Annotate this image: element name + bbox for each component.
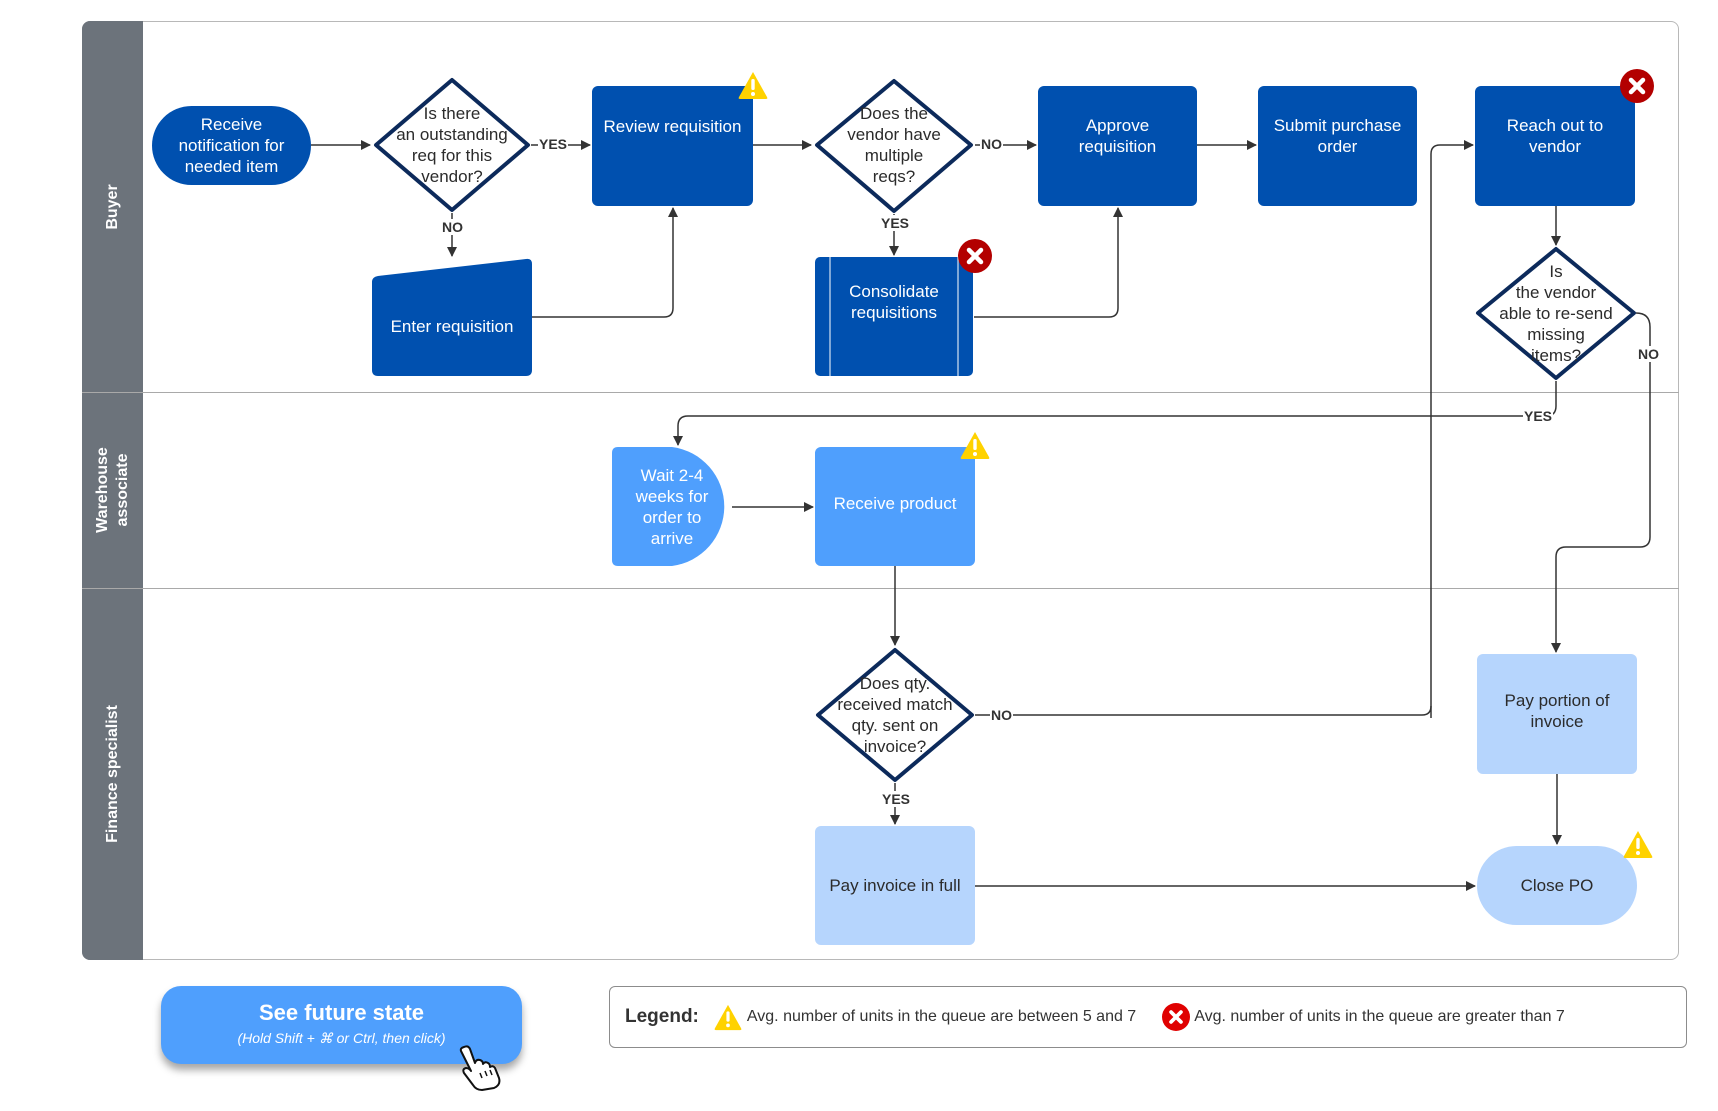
node-close-po[interactable]: Close PO bbox=[1477, 846, 1637, 925]
legend-error-text: Avg. number of units in the queue are gr… bbox=[1194, 1008, 1565, 1025]
warning-icon bbox=[1623, 831, 1653, 858]
node-label: Close PO bbox=[1520, 876, 1594, 895]
legend-item-error: Avg. number of units in the queue are gr… bbox=[1162, 1003, 1565, 1031]
edge-label-yes: YES bbox=[1523, 408, 1554, 424]
warning-icon bbox=[738, 72, 768, 99]
node-label: Is there an outstanding req for this ven… bbox=[396, 104, 508, 186]
node-label: Receive product bbox=[833, 494, 957, 513]
node-label: Consolidate requisitions bbox=[849, 281, 939, 322]
node-label: Review requisition bbox=[603, 116, 742, 136]
decision-qty-match[interactable]: Does qty. received match qty. sent on in… bbox=[825, 665, 965, 765]
connector bbox=[975, 705, 1432, 716]
node-submit-purchase-order[interactable]: Submit purchase order bbox=[1258, 86, 1417, 206]
node-label: Approve requisition bbox=[1078, 116, 1157, 156]
node-label: Is the vendor able to re-send missing it… bbox=[1499, 261, 1613, 365]
node-label: Does qty. received match qty. sent on in… bbox=[837, 674, 953, 756]
edge-label-no: NO bbox=[980, 136, 1003, 152]
node-receive-notification[interactable]: Receive notification for needed item bbox=[152, 106, 311, 185]
legend-warning-text: Avg. number of units in the queue are be… bbox=[746, 1008, 1137, 1025]
edge-label-no: NO bbox=[990, 707, 1013, 723]
decision-multiple-reqs[interactable]: Does the vendor have multiple reqs? bbox=[824, 95, 964, 195]
decision-vendor-resend[interactable]: Is the vendor able to re-send missing it… bbox=[1490, 258, 1622, 368]
warning-icon bbox=[960, 432, 990, 459]
edge-label-no: NO bbox=[1637, 346, 1660, 362]
node-approve-requisition[interactable]: Approve requisition bbox=[1038, 86, 1197, 206]
connector bbox=[532, 207, 678, 318]
error-icon bbox=[958, 239, 992, 273]
edge-label-yes: YES bbox=[881, 791, 912, 807]
error-icon bbox=[1620, 69, 1654, 103]
node-label: Pay invoice in full bbox=[829, 876, 961, 895]
node-label: Pay portion of invoice bbox=[1504, 691, 1610, 731]
node-label: Enter requisition bbox=[390, 316, 514, 336]
node-label: Submit purchase order bbox=[1273, 116, 1402, 156]
node-wait-weeks[interactable]: Wait 2-4 weeks for order to arrive bbox=[612, 447, 732, 566]
node-receive-product[interactable]: Receive product bbox=[815, 447, 975, 566]
button-title: See future state bbox=[258, 1000, 425, 1025]
hand-cursor-icon bbox=[459, 1045, 501, 1091]
decision-outstanding-req[interactable]: Is there an outstanding req for this ven… bbox=[382, 95, 522, 195]
node-label: Receive notification for needed item bbox=[178, 115, 285, 176]
legend-title: Legend: bbox=[625, 1006, 699, 1027]
node-label: Wait 2-4 weeks for order to arrive bbox=[635, 465, 709, 548]
node-pay-portion[interactable]: Pay portion of invoice bbox=[1477, 654, 1637, 774]
connector bbox=[673, 381, 1557, 446]
edge-label-no: NO bbox=[441, 219, 464, 235]
node-review-requisition[interactable]: Review requisition bbox=[592, 86, 753, 206]
legend-item-warning: Avg. number of units in the queue are be… bbox=[713, 1003, 1136, 1031]
node-enter-requisition[interactable]: Enter requisition bbox=[372, 276, 532, 376]
edge-label-yes: YES bbox=[880, 215, 911, 231]
node-consolidate-requisitions[interactable]: Consolidate requisitions bbox=[815, 257, 973, 376]
warning-icon bbox=[714, 1004, 742, 1031]
legend: Legend: Avg. number of units in the queu… bbox=[609, 986, 1687, 1048]
error-icon bbox=[1162, 1003, 1191, 1031]
connector bbox=[1430, 140, 1474, 718]
connector bbox=[974, 207, 1123, 318]
node-label: Reach out to vendor bbox=[1506, 116, 1604, 156]
node-reach-out-vendor[interactable]: Reach out to vendor bbox=[1475, 86, 1635, 206]
node-label: Does the vendor have multiple reqs? bbox=[847, 104, 941, 186]
node-pay-full[interactable]: Pay invoice in full bbox=[815, 826, 975, 945]
edge-label-yes: YES bbox=[538, 136, 569, 152]
